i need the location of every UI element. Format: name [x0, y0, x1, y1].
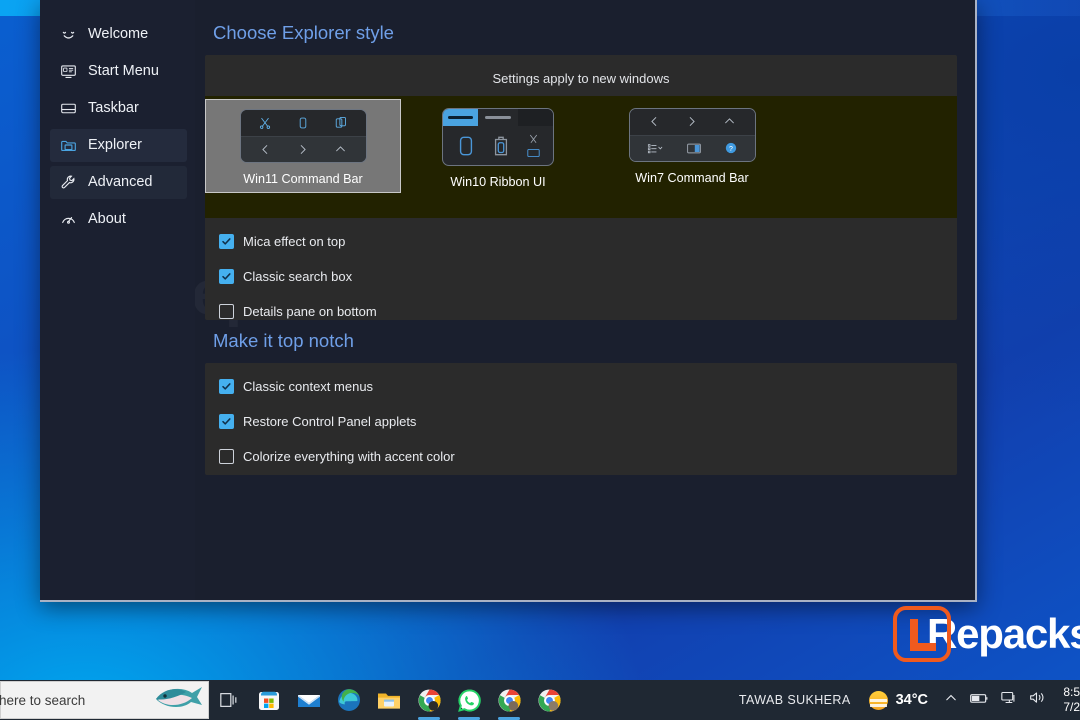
- topnotch-options-list: Classic context menus Restore Control Pa…: [205, 363, 957, 467]
- edge-icon[interactable]: [329, 680, 369, 720]
- win10-preview-icon: [442, 108, 554, 166]
- checkbox-restore-control-panel[interactable]: [219, 413, 234, 429]
- checkbox-label: Colorize everything with accent color: [243, 448, 455, 464]
- style-tile-label: Win11 Command Bar: [243, 172, 363, 186]
- checkbox-colorize-everything[interactable]: [219, 448, 234, 464]
- folder-icon: [60, 137, 77, 154]
- topnotch-section-title: Make it top notch: [213, 330, 354, 351]
- checkbox-label: Mica effect on top: [243, 233, 346, 249]
- apply-note: Settings apply to new windows: [492, 71, 670, 86]
- taskbar: here to search TAWAB SUKHERA 34°C 8:5 7/…: [0, 680, 1080, 720]
- content-area: Choose Explorer style Settings apply to …: [195, 0, 975, 600]
- mail-icon[interactable]: [289, 680, 329, 720]
- info-icon: [60, 211, 77, 228]
- chrome-icon[interactable]: [529, 680, 569, 720]
- win7-preview-icon: ?: [628, 108, 756, 162]
- checkbox-row-restore-control-panel[interactable]: Restore Control Panel applets: [219, 410, 957, 432]
- search-box[interactable]: here to search: [0, 681, 209, 719]
- search-placeholder: here to search: [0, 692, 86, 708]
- checkbox-label: Details pane on bottom: [243, 303, 377, 319]
- task-view-icon[interactable]: [209, 680, 249, 720]
- sidebar-item-label: Explorer: [88, 137, 142, 154]
- sidebar-item-welcome[interactable]: Welcome: [50, 18, 187, 51]
- app-window: lrepacks.com.ru Welcome: [40, 0, 977, 602]
- desktop: lrepacks.com.ru Welcome: [0, 0, 1080, 720]
- chrome-icon[interactable]: [489, 680, 529, 720]
- checkbox-row-classic-search-box[interactable]: Classic search box: [219, 265, 957, 287]
- microsoft-store-icon[interactable]: [249, 680, 289, 720]
- checkbox-row-classic-context-menus[interactable]: Classic context menus: [219, 375, 957, 397]
- checkbox-label: Restore Control Panel applets: [243, 413, 417, 429]
- style-tile-win7[interactable]: ? Win7 Command Bar: [595, 99, 789, 193]
- topnotch-card: Classic context menus Restore Control Pa…: [205, 363, 957, 475]
- temperature-label: 34°C: [895, 692, 928, 708]
- checkbox-row-mica-effect[interactable]: Mica effect on top: [219, 230, 957, 252]
- checkbox-label: Classic search box: [243, 268, 353, 284]
- weather-widget[interactable]: 34°C: [868, 690, 928, 710]
- taskbar-icon: [60, 100, 77, 117]
- sidebar-item-label: Advanced: [88, 174, 153, 191]
- checkbox-row-details-pane[interactable]: Details pane on bottom: [219, 300, 957, 322]
- style-tile-label: Win7 Command Bar: [635, 171, 749, 185]
- sidebar-item-label: Welcome: [88, 26, 149, 43]
- checkbox-details-pane[interactable]: [219, 303, 234, 319]
- user-name-label: TAWAB SUKHERA: [738, 693, 851, 707]
- system-tray: [944, 690, 1045, 710]
- show-hidden-icons-icon[interactable]: [944, 691, 958, 710]
- clock-date: 7/2: [1063, 700, 1080, 714]
- battery-icon[interactable]: [969, 691, 989, 710]
- logo-l-foot: [910, 643, 936, 651]
- checkbox-classic-search-box[interactable]: [219, 268, 234, 284]
- explorer-style-card: Settings apply to new windows Win11 Comm…: [205, 55, 957, 320]
- style-tile-win11[interactable]: Win11 Command Bar: [205, 99, 401, 193]
- clock-time: 8:5: [1063, 685, 1080, 699]
- sun-icon: [868, 690, 888, 710]
- network-icon[interactable]: [1000, 690, 1017, 710]
- checkbox-row-colorize-everything[interactable]: Colorize everything with accent color: [219, 445, 957, 467]
- style-tile-label: Win10 Ribbon UI: [450, 175, 546, 189]
- sidebar: Welcome Start Menu Taskbar Explorer Adva…: [40, 0, 195, 600]
- logo-badge-icon: [893, 606, 951, 662]
- sidebar-item-start-menu[interactable]: Start Menu: [50, 55, 187, 88]
- lrepacks-logo: Repacks: [893, 606, 1080, 662]
- checkbox-mica-effect[interactable]: [219, 233, 234, 249]
- sidebar-item-label: About: [88, 211, 126, 228]
- clock[interactable]: 8:5 7/2: [1054, 685, 1080, 715]
- sidebar-item-taskbar[interactable]: Taskbar: [50, 92, 187, 125]
- cortana-fish-icon[interactable]: [152, 683, 204, 718]
- smiley-icon: [60, 26, 77, 43]
- explorer-options-list: Mica effect on top Classic search box De…: [205, 218, 957, 322]
- chrome-icon[interactable]: [409, 680, 449, 720]
- explorer-section-title: Choose Explorer style: [213, 22, 394, 43]
- sidebar-item-explorer[interactable]: Explorer: [50, 129, 187, 162]
- style-tiles: Win11 Command Bar Win10 Ribbon UI ? Win7…: [205, 96, 957, 218]
- checkbox-label: Classic context menus: [243, 378, 374, 394]
- volume-icon[interactable]: [1028, 690, 1045, 710]
- sidebar-item-about[interactable]: About: [50, 203, 187, 236]
- win11-preview-icon: [239, 109, 367, 163]
- wrench-icon: [60, 174, 77, 191]
- sidebar-item-label: Start Menu: [88, 63, 159, 80]
- sidebar-item-label: Taskbar: [88, 100, 139, 117]
- style-tile-win10[interactable]: Win10 Ribbon UI: [401, 99, 595, 193]
- sidebar-item-advanced[interactable]: Advanced: [50, 166, 187, 199]
- whatsapp-icon[interactable]: [449, 680, 489, 720]
- monitor-icon: [60, 63, 77, 80]
- file-explorer-icon[interactable]: [369, 680, 409, 720]
- svg-text:?: ?: [729, 146, 733, 153]
- checkbox-classic-context-menus[interactable]: [219, 378, 234, 394]
